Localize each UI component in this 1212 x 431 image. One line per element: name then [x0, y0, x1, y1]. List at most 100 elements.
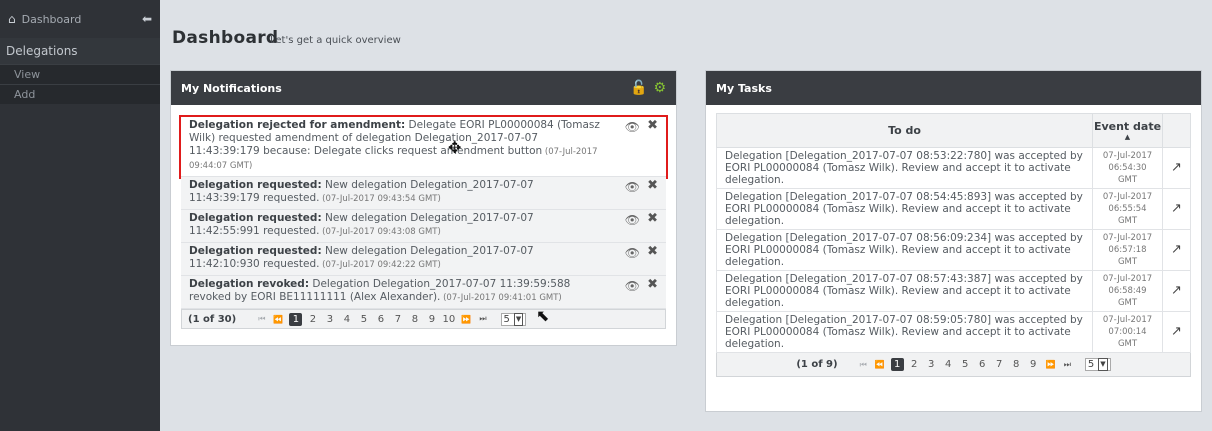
tasks-table-wrap: To do Event date ▲ Delegation [Delegation…: [716, 113, 1191, 377]
tasks-title: My Tasks: [716, 81, 772, 95]
page-button[interactable]: 8: [1010, 358, 1023, 371]
table-row: Delegation [Delegation_2017-07-07 08:56:…: [716, 229, 1191, 271]
page-button[interactable]: 9: [1027, 358, 1040, 371]
task-date: 07-Jul-2017 06:58:49 GMT: [1092, 270, 1163, 312]
notification-item[interactable]: Delegation requested: New delegation Del…: [181, 177, 666, 210]
next-page-icon[interactable]: ⏩: [461, 315, 471, 324]
page-button[interactable]: 3: [925, 358, 938, 371]
col-todo: To do: [716, 113, 1093, 148]
pager-count: (1 of 30): [188, 313, 237, 325]
notifications-header: My Notifications 🔓 ⚙: [171, 71, 676, 105]
page-button[interactable]: 10: [442, 313, 456, 326]
page-button[interactable]: 8: [408, 313, 421, 326]
notification-item[interactable]: Delegation requested: New delegation Del…: [181, 210, 666, 243]
view-icon[interactable]: 👁: [625, 280, 640, 293]
sidebar-header: ⌂ Dashboard ⬅: [0, 0, 160, 38]
view-icon[interactable]: 👁: [625, 247, 640, 260]
page-button[interactable]: 2: [908, 358, 921, 371]
tasks-header: My Tasks: [706, 71, 1201, 105]
gear-icon[interactable]: ⚙: [653, 80, 666, 96]
open-external-icon[interactable]: ↗: [1162, 188, 1191, 230]
table-row: Delegation [Delegation_2017-07-07 08:53:…: [716, 147, 1191, 189]
sort-asc-icon: ▲: [1124, 133, 1131, 141]
notification-item[interactable]: Delegation rejected for amendment: Deleg…: [179, 115, 668, 179]
first-page-icon[interactable]: ⏮: [860, 360, 867, 370]
view-icon[interactable]: 👁: [625, 121, 640, 134]
rows-per-page-value: 5: [503, 313, 510, 325]
task-date-time: 06:57:18 GMT: [1108, 245, 1147, 267]
dropdown-arrow-icon: ▼: [1098, 358, 1108, 371]
notification-item[interactable]: Delegation requested: New delegation Del…: [181, 243, 666, 276]
task-date-time: 06:54:30 GMT: [1108, 163, 1147, 185]
sidebar-section-delegations[interactable]: Delegations: [0, 38, 160, 64]
sidebar: ⌂ Dashboard ⬅ Delegations View Add: [0, 0, 160, 431]
page-subtitle: Let's get a quick overview: [270, 35, 401, 46]
first-page-icon[interactable]: ⏮: [258, 314, 265, 324]
task-text: Delegation [Delegation_2017-07-07 08:56:…: [716, 229, 1093, 271]
notification-heading: Delegation rejected for amendment:: [189, 119, 406, 131]
last-page-icon[interactable]: ⏭: [1064, 360, 1071, 370]
page-button[interactable]: 1: [890, 358, 904, 371]
pointer-cursor-icon: ⬉: [536, 306, 550, 325]
last-page-icon[interactable]: ⏭: [479, 314, 486, 324]
task-date: 07-Jul-2017 06:57:18 GMT: [1092, 229, 1163, 271]
notifications-pager: (1 of 30) ⏮ ⏪ 1 2 3 4 5 6 7 8 9 10 ⏩ ⏭ 5…: [181, 309, 666, 329]
dismiss-icon[interactable]: ✖: [647, 119, 658, 132]
page-button[interactable]: 5: [357, 313, 370, 326]
task-text: Delegation [Delegation_2017-07-07 08:59:…: [716, 311, 1093, 353]
prev-page-icon[interactable]: ⏪: [875, 360, 885, 369]
dismiss-icon[interactable]: ✖: [647, 179, 658, 192]
table-row: Delegation [Delegation_2017-07-07 08:54:…: [716, 188, 1191, 230]
notification-timestamp: (07-Jul-2017 09:43:08 GMT): [319, 227, 441, 237]
page-button[interactable]: 3: [323, 313, 336, 326]
sidebar-dashboard-link[interactable]: Dashboard: [22, 13, 142, 26]
open-external-icon[interactable]: ↗: [1162, 270, 1191, 312]
open-external-icon[interactable]: ↗: [1162, 229, 1191, 271]
collapse-sidebar-icon[interactable]: ⬅: [142, 12, 152, 26]
page-button[interactable]: 7: [391, 313, 404, 326]
task-date-day: 07-Jul-2017: [1102, 192, 1153, 202]
dismiss-icon[interactable]: ✖: [647, 212, 658, 225]
task-date-time: 07:00:14 GMT: [1108, 327, 1147, 349]
dismiss-icon[interactable]: ✖: [647, 278, 658, 291]
page-button[interactable]: 2: [306, 313, 319, 326]
page-button[interactable]: 4: [942, 358, 955, 371]
task-text: Delegation [Delegation_2017-07-07 08:53:…: [716, 147, 1093, 189]
dismiss-icon[interactable]: ✖: [647, 245, 658, 258]
rows-per-page-select[interactable]: 5 ▼: [500, 312, 527, 326]
open-external-icon[interactable]: ↗: [1162, 311, 1191, 353]
unlock-icon[interactable]: 🔓: [630, 80, 647, 96]
col-event-date[interactable]: Event date ▲: [1092, 113, 1163, 148]
page-button[interactable]: 6: [374, 313, 387, 326]
sidebar-item-add[interactable]: Add: [0, 84, 160, 104]
move-cursor-icon: ✥: [448, 138, 462, 157]
table-row: Delegation [Delegation_2017-07-07 08:59:…: [716, 311, 1191, 353]
page-button[interactable]: 6: [976, 358, 989, 371]
tasks-panel: My Tasks To do Event date ▲ Delegation [D…: [705, 70, 1202, 412]
task-date-time: 06:58:49 GMT: [1108, 286, 1147, 308]
task-date: 07-Jul-2017 06:55:54 GMT: [1092, 188, 1163, 230]
task-date: 07-Jul-2017 06:54:30 GMT: [1092, 147, 1163, 189]
task-date-day: 07-Jul-2017: [1102, 315, 1153, 325]
view-icon[interactable]: 👁: [625, 214, 640, 227]
rows-per-page-select[interactable]: 5 ▼: [1084, 358, 1111, 371]
notification-item[interactable]: Delegation revoked: Delegation Delegatio…: [181, 276, 666, 309]
notification-heading: Delegation requested:: [189, 212, 322, 224]
task-date-day: 07-Jul-2017: [1102, 151, 1153, 161]
notification-heading: Delegation revoked:: [189, 278, 310, 290]
page-button[interactable]: 9: [425, 313, 438, 326]
col-event-date-label: Event date: [1093, 120, 1162, 133]
next-page-icon[interactable]: ⏩: [1046, 360, 1056, 369]
tasks-pager: (1 of 9) ⏮ ⏪ 1 2 3 4 5 6 7 8 9 ⏩ ⏭ 5 ▼: [716, 353, 1191, 377]
prev-page-icon[interactable]: ⏪: [273, 315, 283, 324]
table-row: Delegation [Delegation_2017-07-07 08:57:…: [716, 270, 1191, 312]
page-button[interactable]: 5: [959, 358, 972, 371]
page-button[interactable]: 4: [340, 313, 353, 326]
sidebar-item-view[interactable]: View: [0, 64, 160, 84]
page-button[interactable]: 1: [289, 312, 303, 326]
task-date-time: 06:55:54 GMT: [1108, 204, 1147, 226]
pager-count: (1 of 9): [796, 359, 838, 370]
open-external-icon[interactable]: ↗: [1162, 147, 1191, 189]
page-button[interactable]: 7: [993, 358, 1006, 371]
view-icon[interactable]: 👁: [625, 181, 640, 194]
